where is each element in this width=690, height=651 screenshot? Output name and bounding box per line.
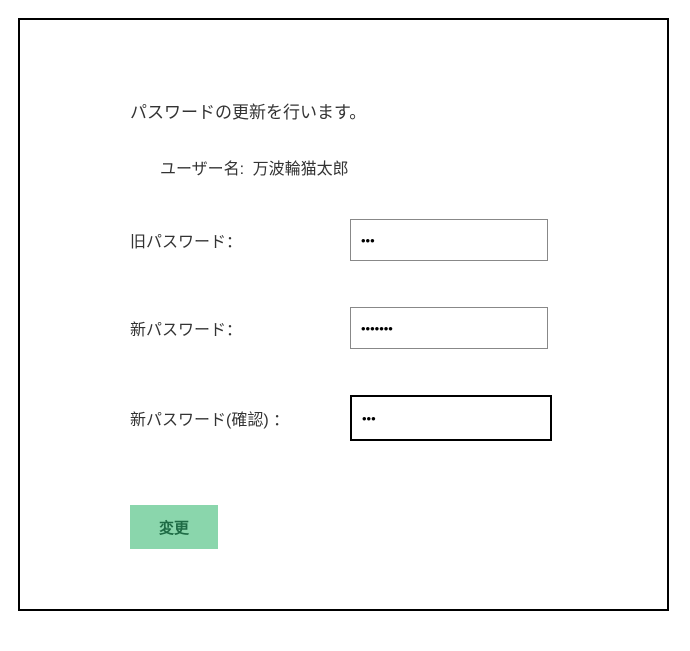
username-value: 万波輪猫太郎 bbox=[253, 161, 349, 178]
form-frame: パスワードの更新を行います。 ユーザー名: 万波輪猫太郎 旧パスワード： 新パス… bbox=[18, 18, 669, 611]
old-password-input[interactable] bbox=[350, 219, 548, 261]
old-password-row: 旧パスワード： bbox=[130, 219, 667, 261]
username-row: ユーザー名: 万波輪猫太郎 bbox=[160, 155, 667, 179]
page-heading: パスワードの更新を行います。 bbox=[130, 98, 667, 123]
old-password-label: 旧パスワード： bbox=[130, 228, 350, 252]
form-content: パスワードの更新を行います。 ユーザー名: 万波輪猫太郎 旧パスワード： 新パス… bbox=[20, 20, 667, 549]
new-password-label: 新パスワード： bbox=[130, 316, 350, 340]
username-label: ユーザー名: bbox=[160, 161, 244, 178]
button-row: 変更 bbox=[130, 505, 667, 549]
confirm-password-row: 新パスワード(確認) ： bbox=[130, 395, 667, 441]
submit-button[interactable]: 変更 bbox=[130, 505, 218, 549]
confirm-password-label: 新パスワード(確認) ： bbox=[130, 406, 350, 430]
confirm-password-input[interactable] bbox=[350, 395, 552, 441]
new-password-input[interactable] bbox=[350, 307, 548, 349]
new-password-row: 新パスワード： bbox=[130, 307, 667, 349]
